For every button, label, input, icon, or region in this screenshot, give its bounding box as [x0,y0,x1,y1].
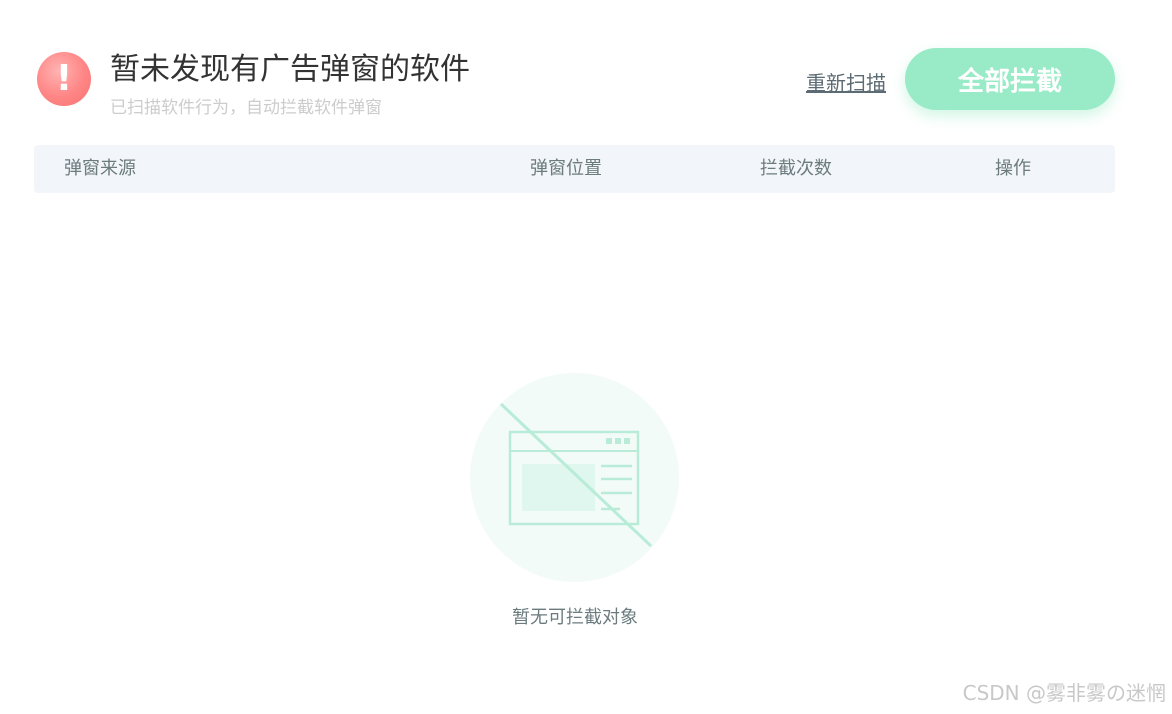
blocked-window-icon [499,402,653,548]
column-header-source: 弹窗来源 [64,158,136,179]
column-header-position: 弹窗位置 [530,158,602,179]
empty-state-text: 暂无可拦截对象 [512,607,638,628]
table-header: 弹窗来源 弹窗位置 拦截次数 操作 [34,145,1115,193]
page-title: 暂未发现有广告弹窗的软件 [110,52,470,87]
block-all-button[interactable]: 全部拦截 [905,48,1115,110]
column-header-count: 拦截次数 [760,158,832,179]
rescan-link[interactable]: 重新扫描 [806,67,886,96]
popup-blocker-page: ! 暂未发现有广告弹窗的软件 已扫描软件行为，自动拦截软件弹窗 重新扫描 全部拦… [0,0,1172,714]
watermark: CSDN @雾非雾の迷惘 [962,681,1166,705]
alert-symbol: ! [55,58,73,99]
alert-icon: ! [37,52,91,106]
column-header-action: 操作 [995,158,1031,179]
page-subtitle: 已扫描软件行为，自动拦截软件弹窗 [110,98,382,118]
